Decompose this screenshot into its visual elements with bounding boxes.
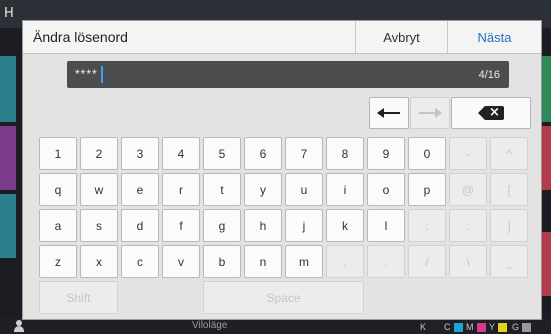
key[interactable]: : (449, 209, 487, 242)
background-corner-letter: H (4, 6, 14, 21)
key[interactable]: e (121, 173, 159, 206)
key[interactable]: r (162, 173, 200, 206)
dialog-titlebar: Ändra lösenord Avbryt Nästa (23, 21, 541, 54)
key[interactable]: 0 (408, 137, 446, 170)
ink-level: C (444, 322, 463, 332)
ink-level-label: M (466, 322, 474, 332)
key[interactable]: 7 (285, 137, 323, 170)
cancel-button[interactable]: Avbryt (355, 21, 447, 53)
key[interactable]: 3 (121, 137, 159, 170)
key[interactable]: , (326, 245, 364, 278)
key[interactable]: 5 (203, 137, 241, 170)
next-button[interactable]: Nästa (447, 21, 541, 53)
key[interactable]: q (39, 173, 77, 206)
cursor-right-button[interactable] (410, 97, 450, 129)
key[interactable]: . (367, 245, 405, 278)
key[interactable]: a (39, 209, 77, 242)
ink-level: G (512, 322, 532, 332)
dialog-title: Ändra lösenord (33, 29, 128, 45)
background-tile (0, 56, 16, 122)
key[interactable]: 2 (80, 137, 118, 170)
key[interactable]: w (80, 173, 118, 206)
key[interactable]: [ (490, 173, 528, 206)
backspace-icon: × (478, 105, 504, 120)
key[interactable]: d (121, 209, 159, 242)
user-icon (14, 320, 24, 332)
ink-level-label: G (512, 322, 520, 332)
key[interactable]: 4 (162, 137, 200, 170)
key[interactable]: 8 (326, 137, 364, 170)
key[interactable]: \ (449, 245, 487, 278)
ink-level-label: Y (489, 322, 496, 332)
ink-swatch (522, 322, 532, 332)
key[interactable]: 6 (244, 137, 282, 170)
key[interactable]: p (408, 173, 446, 206)
key[interactable]: c (121, 245, 159, 278)
key[interactable]: - (449, 137, 487, 170)
key[interactable]: v (162, 245, 200, 278)
key[interactable]: ] (490, 209, 528, 242)
ink-level: Y (489, 322, 508, 332)
key[interactable]: _ (490, 245, 528, 278)
key[interactable]: ; (408, 209, 446, 242)
key[interactable]: s (80, 209, 118, 242)
key[interactable]: @ (449, 173, 487, 206)
backspace-button[interactable]: × (451, 97, 531, 129)
password-value: **** (75, 67, 98, 81)
character-counter: 4/16 (478, 69, 500, 81)
ink-swatch (476, 322, 486, 332)
key[interactable]: b (203, 245, 241, 278)
key[interactable]: ^ (490, 137, 528, 170)
space-key[interactable]: Space (203, 281, 364, 314)
key[interactable]: t (203, 173, 241, 206)
background-tile (0, 194, 16, 258)
key[interactable]: o (367, 173, 405, 206)
ink-level: K (420, 322, 439, 332)
key[interactable]: x (80, 245, 118, 278)
ink-level-label: C (444, 322, 451, 332)
key[interactable]: n (244, 245, 282, 278)
ink-swatch (429, 322, 439, 332)
key[interactable]: z (39, 245, 77, 278)
status-text: Viloläge (192, 320, 228, 331)
key[interactable]: k (326, 209, 364, 242)
key[interactable]: y (244, 173, 282, 206)
arrow-left-icon (377, 108, 400, 118)
key[interactable]: i (326, 173, 364, 206)
key[interactable]: g (203, 209, 241, 242)
key[interactable]: f (162, 209, 200, 242)
ink-swatch (453, 322, 463, 332)
change-password-dialog: Ändra lösenord Avbryt Nästa **** 4/16 × … (22, 20, 542, 320)
key[interactable]: u (285, 173, 323, 206)
key[interactable]: h (244, 209, 282, 242)
ink-swatch (498, 322, 508, 332)
key[interactable]: l (367, 209, 405, 242)
password-input[interactable]: **** 4/16 (67, 61, 509, 88)
arrow-right-icon (419, 108, 442, 118)
ink-level: M (466, 322, 486, 332)
background-tile (0, 126, 16, 190)
onscreen-keyboard: Shift Space 1 2 3 4 5 6 7 8 9 0- ^ q w e r t y u i o p @[ a s d f… (39, 137, 530, 314)
key[interactable]: 1 (39, 137, 77, 170)
key[interactable]: j (285, 209, 323, 242)
key[interactable]: / (408, 245, 446, 278)
text-caret (101, 66, 103, 83)
shift-key[interactable]: Shift (39, 281, 118, 314)
cursor-left-button[interactable] (369, 97, 409, 129)
key[interactable]: m (285, 245, 323, 278)
ink-level-label: K (420, 322, 427, 332)
key[interactable]: 9 (367, 137, 405, 170)
